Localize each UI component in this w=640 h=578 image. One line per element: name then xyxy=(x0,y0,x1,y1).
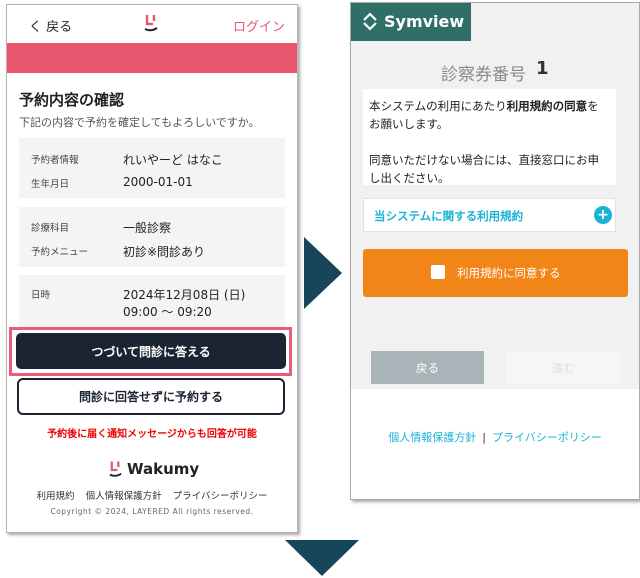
expand-plus-icon[interactable]: + xyxy=(594,206,612,224)
exam-number-value: 1 xyxy=(536,58,549,79)
terms-accordion-label: 当システムに関する利用規約 xyxy=(374,209,524,223)
privacy-policy-link[interactable]: 個人情報保護方針 xyxy=(388,431,476,444)
terms-accordion[interactable]: 当システムに関する利用規約 + xyxy=(363,198,616,232)
dob-value: 2000-01-01 xyxy=(123,175,193,189)
time-value: 09:00 ～ 09:20 xyxy=(123,305,212,319)
wakumy-brand-name: Wakumy xyxy=(127,460,200,478)
department-card: 診療科目 一般診察 予約メニュー 初診※問診あり xyxy=(19,207,285,267)
department-label: 診療科目 xyxy=(31,223,70,234)
date-value: 2024年12月08日 (日) xyxy=(123,288,246,302)
terms-link[interactable]: 利用規約 xyxy=(37,491,75,502)
arrow-down-icon xyxy=(285,540,359,576)
department-value: 一般診察 xyxy=(123,221,172,235)
menu-label: 予約メニュー xyxy=(31,247,89,258)
privacy-link[interactable]: プライバシーポリシー xyxy=(173,491,268,502)
privacy-policy-link[interactable]: 個人情報保護方針 xyxy=(86,491,162,502)
menu-value: 初診※問診あり xyxy=(123,245,206,259)
page-subtitle: 下記の内容で予約を確定してもよろしいですか。 xyxy=(19,116,260,129)
datetime-card: 日時 2024年12月08日 (日) 09:00 ～ 09:20 xyxy=(19,275,285,329)
wakumy-logo-icon xyxy=(144,15,158,32)
agree-terms-button[interactable]: 利用規約に同意する xyxy=(363,249,628,297)
copyright: Copyright © 2024, LAYERED All rights res… xyxy=(50,507,254,516)
message-text: 本システムの利用にあたり xyxy=(369,99,507,113)
dob-label: 生年月日 xyxy=(31,179,70,190)
next-button[interactable]: 進む xyxy=(507,351,620,384)
datetime-label: 日時 xyxy=(31,290,51,301)
continue-questionnaire-button[interactable]: つづいて問診に答える xyxy=(16,333,286,369)
agree-checkbox[interactable] xyxy=(431,265,445,279)
link-separator: | xyxy=(482,431,486,444)
arrow-right-icon xyxy=(304,237,342,309)
symview-logo-icon xyxy=(363,12,377,31)
consent-message-line1: 本システムの利用にあたり利用規約の同意をお願いします。 xyxy=(369,97,610,133)
patient-info-card: 予約者情報 れいやーど はなこ 生年月日 2000-01-01 xyxy=(19,138,285,198)
wakumy-screen: く 戻る ログイン 予約内容の確認 下記の内容で予約を確定してもよろしいですか。… xyxy=(6,4,298,533)
agree-terms-label: 利用規約に同意する xyxy=(457,266,561,280)
privacy-link[interactable]: プライバシーポリシー xyxy=(492,431,602,444)
footer-links: 利用規約 個人情報保護方針 プライバシーポリシー xyxy=(7,488,297,502)
page-title: 予約内容の確認 xyxy=(19,91,125,109)
book-without-questionnaire-button[interactable]: 問診に回答せずに予約する xyxy=(17,378,285,415)
message-bold-text: 利用規約の同意 xyxy=(506,99,588,113)
symview-brand-name: Symview xyxy=(384,12,465,31)
header-banner xyxy=(7,43,297,73)
consent-message-line2: 同意いただけない場合には、直接窓口にお申し出ください。 xyxy=(369,153,599,185)
patient-name-value: れいやーど はなこ xyxy=(123,153,223,167)
notification-note: 予約後に届く通知メッセージからも回答が可能 xyxy=(47,429,257,440)
login-link[interactable]: ログイン xyxy=(233,16,285,35)
consent-message: 本システムの利用にあたり利用規約の同意をお願いします。 同意いただけない場合には… xyxy=(363,89,616,185)
footer-links: 個人情報保護方針 | プライバシーポリシー xyxy=(351,429,639,445)
back-button[interactable]: 戻る xyxy=(371,351,484,384)
back-link[interactable]: く 戻る xyxy=(29,16,72,35)
symview-screen: Symview 診察券番号 1 本システムの利用にあたり利用規約の同意をお願いし… xyxy=(350,2,640,500)
wakumy-logo-icon xyxy=(109,461,122,477)
exam-number-label: 診察券番号 xyxy=(441,65,526,85)
patient-name-label: 予約者情報 xyxy=(31,155,79,166)
